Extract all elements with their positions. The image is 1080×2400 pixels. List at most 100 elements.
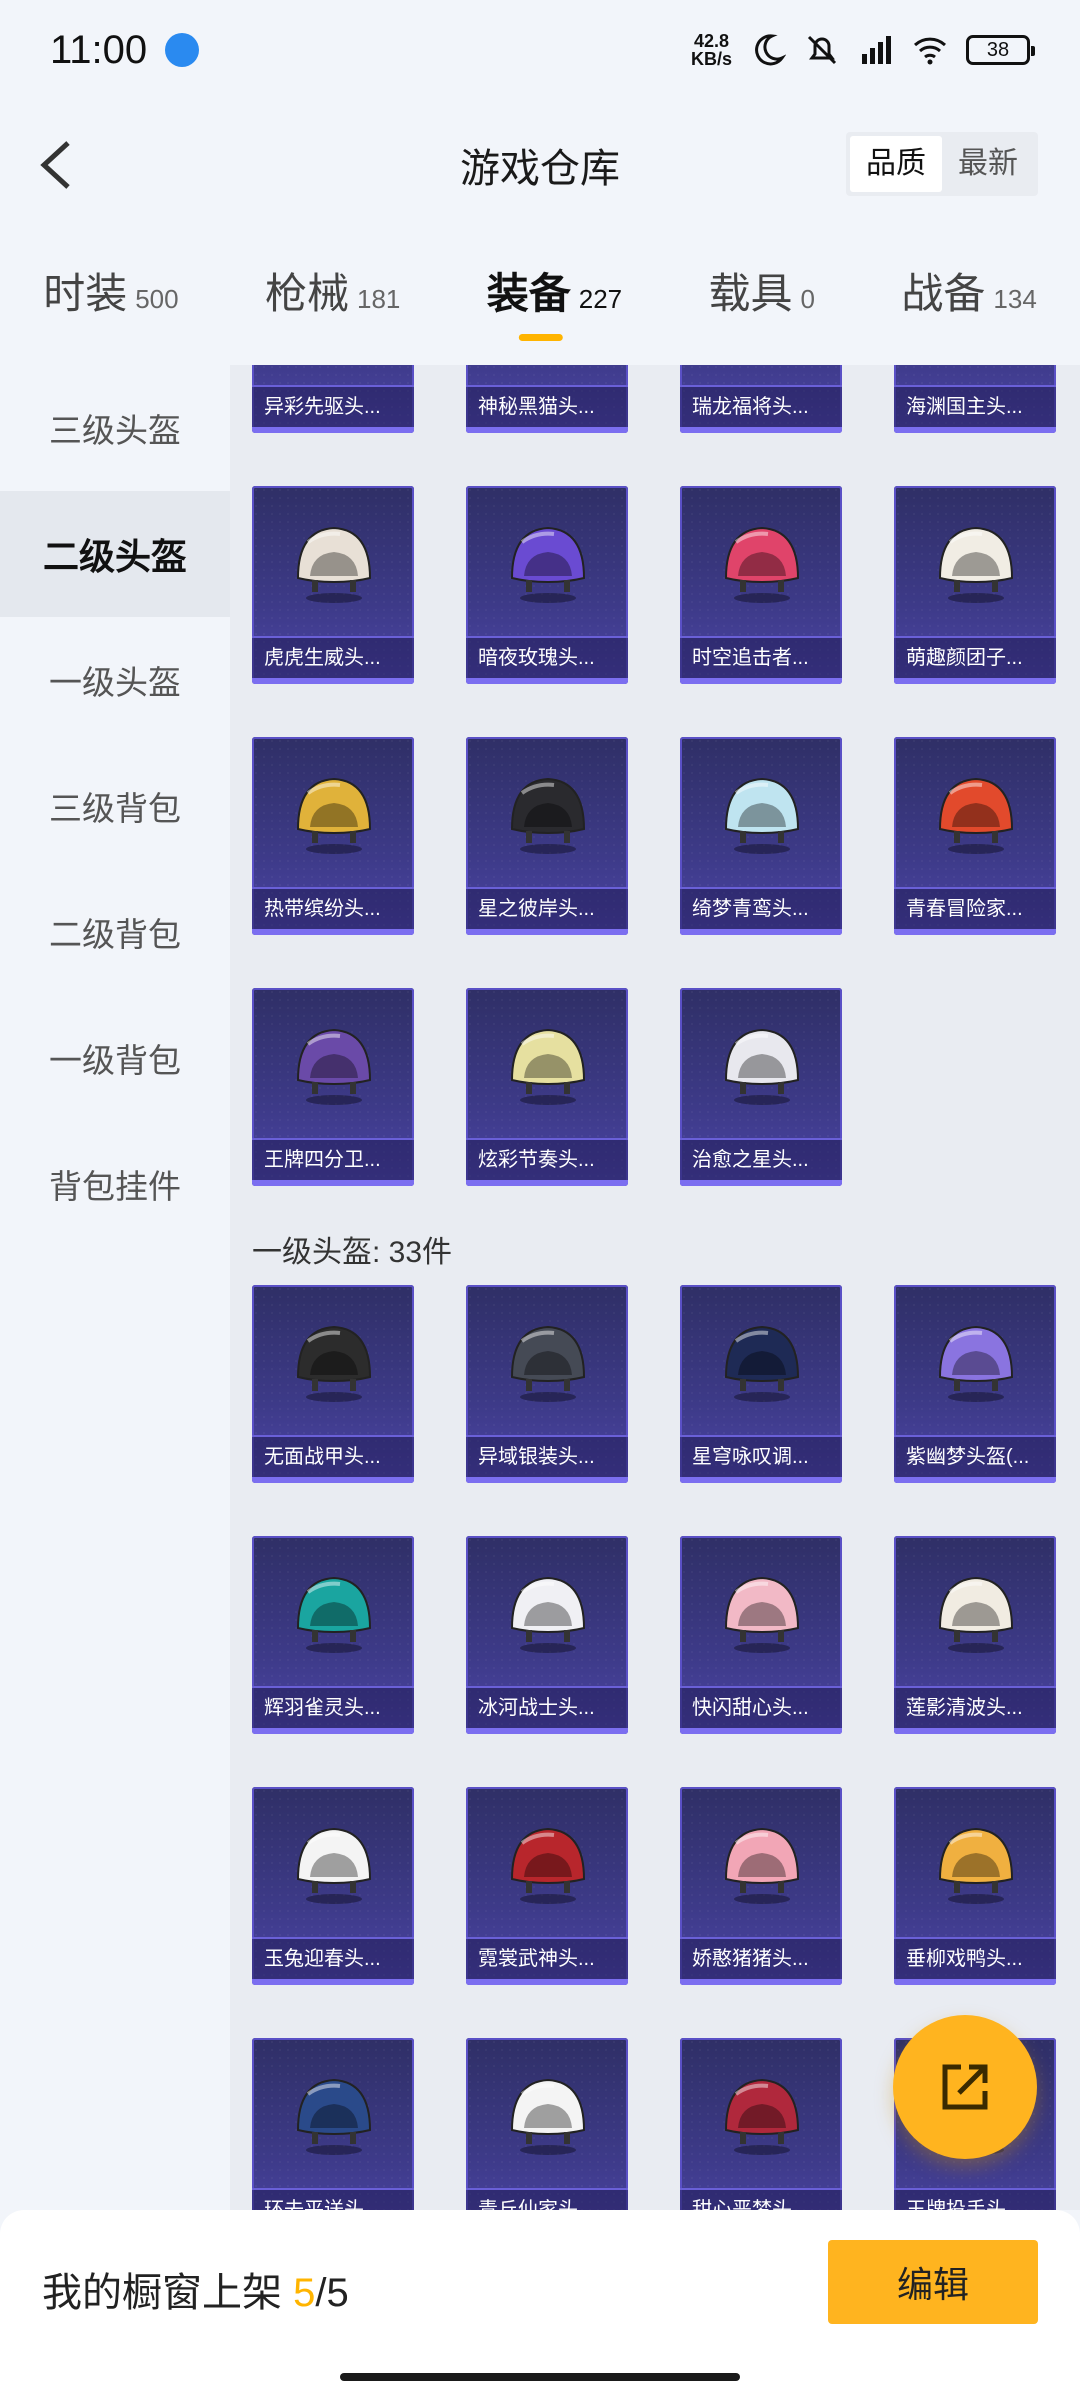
helmet-icon (930, 767, 1022, 859)
helmet-icon (288, 516, 380, 608)
item-name: 萌趣颜团子... (894, 636, 1056, 678)
helmet-icon (288, 1018, 380, 1110)
section-title-level1-helmet: 一级头盔: 33件 (252, 1236, 453, 1269)
helmet-icon (502, 1566, 594, 1658)
level1-helmet-card[interactable]: 紫幽梦头盔(... (894, 1285, 1056, 1483)
level2-helmet-card[interactable]: 暗夜玫瑰头... (466, 486, 628, 684)
item-name: 异域银装头... (466, 1435, 628, 1477)
level2-helmet-card[interactable]: 海渊国主头... (894, 365, 1056, 433)
level2-helmet-card[interactable]: 青春冒险家... (894, 737, 1056, 935)
sidebar-item-level2-helmet[interactable]: 二级头盔 (0, 491, 230, 617)
mute-icon (807, 35, 837, 65)
sidebar-item-level3-backpack[interactable]: 三级背包 (0, 743, 230, 869)
level2-helmet-card[interactable]: 热带缤纷头... (252, 737, 414, 935)
sort-newest-button[interactable]: 最新 (942, 136, 1034, 192)
rarity-bar (894, 1728, 1056, 1734)
level1-helmet-card[interactable]: 垂柳戏鸭头... (894, 1787, 1056, 1985)
sidebar-item-backpack-charm[interactable]: 背包挂件 (0, 1121, 230, 1247)
back-arrow-icon[interactable] (30, 135, 90, 195)
item-name: 紫幽梦头盔(... (894, 1435, 1056, 1477)
sidebar-item-level1-backpack[interactable]: 一级背包 (0, 995, 230, 1121)
level1-helmet-card[interactable]: 无面战甲头... (252, 1285, 414, 1483)
helmet-icon (502, 2068, 594, 2160)
rarity-bar (680, 1180, 842, 1186)
item-grid-area[interactable]: 异彩先驱头... 神秘黑猫头... 瑞龙福将头... 海渊国主头... 虎虎生威头...… (230, 365, 1080, 2210)
sort-quality-button[interactable]: 品质 (850, 136, 942, 192)
item-name: 辉羽雀灵头... (252, 1686, 414, 1728)
level1-helmet-card[interactable]: 快闪甜心头... (680, 1536, 842, 1734)
tab-vehicles[interactable]: 载具 0 (709, 260, 815, 341)
item-name: 环去平送头... (252, 2188, 414, 2210)
tab-equipment[interactable]: 装备 227 (487, 260, 622, 341)
showcase-count-label: 我的橱窗上架 5/5 (42, 2271, 349, 2315)
item-name: 治愈之星头... (680, 1138, 842, 1180)
level2-helmet-card[interactable]: 时空追击者... (680, 486, 842, 684)
sidebar-item-level2-backpack[interactable]: 二级背包 (0, 869, 230, 995)
rarity-bar (680, 1477, 842, 1483)
rarity-bar (252, 929, 414, 935)
level1-helmet-card[interactable]: 甜心恶梦头... (680, 2038, 842, 2210)
sort-toggle: 品质 最新 (846, 132, 1038, 196)
level2-helmet-card[interactable]: 异彩先驱头... (252, 365, 414, 433)
level2-helmet-card[interactable]: 虎虎生威头... (252, 486, 414, 684)
helmet-icon (716, 516, 808, 608)
edit-button[interactable]: 编辑 (828, 2240, 1038, 2324)
network-speed: 42.8 KB/s (690, 31, 732, 69)
sidebar-item-level1-helmet[interactable]: 一级头盔 (0, 617, 230, 743)
helmet-icon (288, 1315, 380, 1407)
item-name: 热带缤纷头... (252, 887, 414, 929)
tab-fashion[interactable]: 时装 500 (43, 260, 178, 341)
level1-helmet-card[interactable]: 异域银装头... (466, 1285, 628, 1483)
rarity-bar (894, 1477, 1056, 1483)
level2-helmet-card[interactable]: 瑞龙福将头... (680, 365, 842, 433)
level1-helmet-card[interactable]: 娇憨猪猪头... (680, 1787, 842, 1985)
helmet-icon (716, 2068, 808, 2160)
helmet-icon (288, 767, 380, 859)
level1-helmet-card[interactable]: 莲影清波头... (894, 1536, 1056, 1734)
helmet-icon (288, 2068, 380, 2160)
status-right: 42.8 KB/s 38 (690, 31, 1035, 69)
sidebar-item-level3-helmet[interactable]: 三级头盔 (0, 365, 230, 491)
item-name: 异彩先驱头... (252, 385, 414, 427)
level2-helmet-card[interactable]: 王牌四分卫... (252, 988, 414, 1186)
level1-helmet-card[interactable]: 青丘仙家头... (466, 2038, 628, 2210)
rarity-bar (466, 1979, 628, 1985)
helmet-icon (502, 516, 594, 608)
helmet-icon (716, 1018, 808, 1110)
level1-helmet-card[interactable]: 霓裳武神头... (466, 1787, 628, 1985)
tab-battle-gear[interactable]: 战备 134 (901, 260, 1036, 341)
rarity-bar (894, 929, 1056, 935)
level2-helmet-card[interactable]: 星之彼岸头... (466, 737, 628, 935)
level1-helmet-card[interactable]: 冰河战士头... (466, 1536, 628, 1734)
helmet-icon (502, 1817, 594, 1909)
level1-helmet-card[interactable]: 星穹咏叹调... (680, 1285, 842, 1483)
level1-helmet-card[interactable]: 玉兔迎春头... (252, 1787, 414, 1985)
level1-helmet-card[interactable]: 环去平送头... (252, 2038, 414, 2210)
level2-helmet-card[interactable]: 萌趣颜团子... (894, 486, 1056, 684)
level2-helmet-card[interactable]: 治愈之星头... (680, 988, 842, 1186)
tab-weapons[interactable]: 枪械 181 (265, 260, 400, 341)
bottom-bar: 我的橱窗上架 5/5 编辑 (0, 2210, 1080, 2400)
rarity-bar (252, 1728, 414, 1734)
rarity-bar (252, 678, 414, 684)
level2-helmet-card[interactable]: 炫彩节奏头... (466, 988, 628, 1186)
item-name: 炫彩节奏头... (466, 1138, 628, 1180)
rarity-bar (680, 427, 842, 433)
helmet-icon (288, 1566, 380, 1658)
share-button[interactable] (893, 2015, 1037, 2159)
home-indicator[interactable] (340, 2373, 740, 2381)
level2-helmet-card[interactable]: 绮梦青鸾头... (680, 737, 842, 935)
helmet-icon (502, 1315, 594, 1407)
item-name: 冰河战士头... (466, 1686, 628, 1728)
helmet-icon (716, 767, 808, 859)
item-name: 青丘仙家头... (466, 2188, 628, 2210)
sidebar: 三级头盔 二级头盔 一级头盔 三级背包 二级背包 一级背包 背包挂件 (0, 365, 230, 2210)
item-name: 星穹咏叹调... (680, 1435, 842, 1477)
level1-helmet-card[interactable]: 辉羽雀灵头... (252, 1536, 414, 1734)
app-notification-icon (165, 33, 200, 67)
level2-helmet-card[interactable]: 神秘黑猫头... (466, 365, 628, 433)
rarity-bar (466, 1728, 628, 1734)
item-name: 无面战甲头... (252, 1435, 414, 1477)
item-name: 王牌四分卫... (252, 1138, 414, 1180)
rarity-bar (680, 1728, 842, 1734)
